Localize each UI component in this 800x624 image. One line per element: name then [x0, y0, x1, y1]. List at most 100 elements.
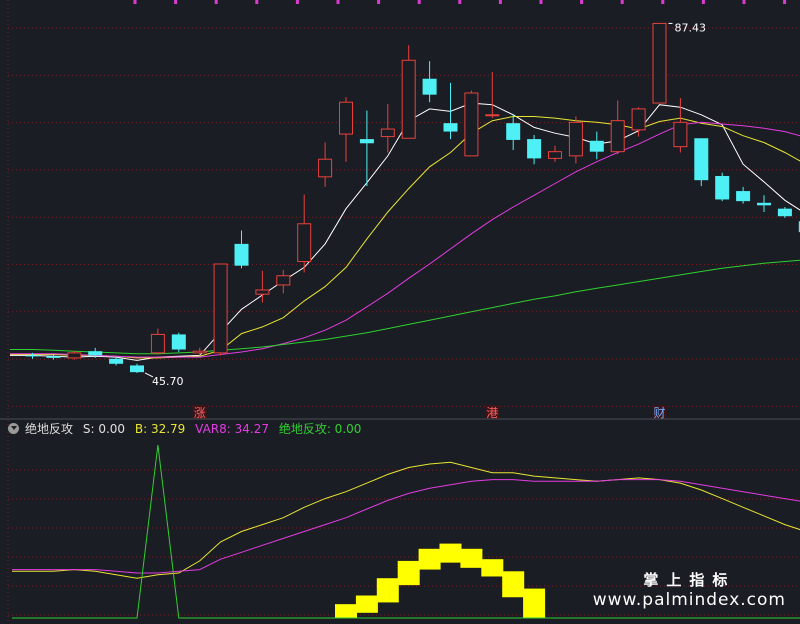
candle-body: [401, 59, 416, 139]
collapse-icon[interactable]: [8, 423, 19, 434]
price-labels: 87.43 45.70: [144, 21, 707, 388]
candle: [192, 347, 207, 356]
candle-body: [777, 208, 792, 217]
candle: [401, 45, 416, 139]
event-markers: 涨港财: [192, 405, 667, 420]
candle-body: [631, 108, 646, 131]
candle-body: [130, 365, 144, 373]
indicator-bar: [355, 595, 378, 613]
candle-body: [548, 151, 562, 159]
candle: [213, 263, 228, 356]
marker-label: 港: [486, 406, 498, 420]
candle-body: [318, 158, 333, 178]
candle-body: [506, 123, 521, 140]
candle-body: [694, 138, 709, 181]
indicator-bar: [376, 578, 399, 603]
high-price-label: 87.43: [675, 21, 707, 34]
tick-mark: [255, 0, 259, 4]
marker-label: 涨: [194, 405, 206, 420]
candle-body: [359, 139, 374, 144]
indicator-bar: [460, 548, 483, 568]
tick-mark: [701, 0, 705, 4]
watermark-url: www.palmindex.com: [592, 590, 786, 610]
tick-mark: [742, 0, 746, 4]
candle-body: [255, 289, 270, 295]
line-ma60: [10, 257, 800, 355]
tick-mark: [458, 0, 462, 4]
tick-mark: [783, 0, 787, 4]
candle: [548, 145, 562, 162]
candle-body: [25, 355, 40, 357]
candle-body: [213, 263, 228, 354]
candle-body: [673, 121, 688, 148]
candle: [359, 110, 374, 187]
candle: [150, 328, 165, 355]
candle: [318, 142, 333, 187]
candle: [527, 134, 542, 165]
legend-juedi: 绝地反攻: 0.00: [278, 422, 362, 436]
candle-body: [757, 202, 771, 206]
tick-mark: [620, 0, 624, 4]
indicator-bar: [335, 604, 357, 618]
tick-mark: [580, 0, 584, 4]
tick-mark: [214, 0, 218, 4]
candle: [464, 90, 479, 157]
marker-label: 财: [653, 406, 665, 420]
candle: [67, 351, 82, 360]
indicator-bar: [397, 560, 420, 586]
candle-body: [610, 120, 625, 153]
candle: [380, 103, 395, 153]
indicator-bar: [523, 588, 546, 618]
candle-body: [109, 358, 124, 364]
candle-body: [736, 191, 751, 202]
indicator-bar: [418, 548, 441, 570]
chart-canvas: 87.43 45.70 涨 港 财: [0, 0, 800, 624]
candle: [297, 194, 312, 273]
candle: [589, 131, 604, 160]
candle-body: [297, 223, 312, 262]
candle: [506, 113, 521, 150]
candle-body: [527, 139, 542, 159]
candle-body: [485, 114, 500, 117]
indicator-bar: [481, 559, 504, 577]
low-price-label: 45.70: [152, 375, 184, 388]
candle-body: [171, 334, 186, 350]
tick-mark: [417, 0, 421, 4]
candle: [485, 72, 500, 119]
tick-mark: [174, 0, 178, 4]
candle-body: [568, 121, 583, 157]
candle-body: [234, 243, 249, 266]
candle: [777, 207, 792, 218]
tick-mark: [377, 0, 381, 4]
indicator-bars: [335, 543, 546, 618]
candle: [422, 61, 437, 103]
candle-body: [67, 352, 82, 359]
candle-body: [443, 123, 458, 132]
watermark-title: 掌上指标: [643, 571, 736, 589]
tick-mark: [133, 0, 137, 4]
candle-body: [464, 92, 479, 157]
candle-body: [150, 333, 165, 354]
candle: [339, 97, 353, 162]
indicator-bar: [439, 543, 462, 563]
candle-body: [589, 140, 604, 152]
candle: [652, 22, 667, 104]
candle: [234, 230, 249, 269]
candle: [171, 332, 186, 353]
candlesticks: [25, 22, 800, 373]
line-VAR8: [12, 479, 800, 574]
candle: [715, 172, 730, 202]
indicator-title: 绝地反攻: [25, 422, 74, 436]
candle-body: [192, 350, 207, 354]
tick-mark: [498, 0, 502, 4]
indicator-legend: 绝地反攻 S: 0.00 B: 32.79 VAR8: 34.27 绝地反攻: …: [0, 420, 800, 438]
legend-var8: VAR8: 34.27: [195, 422, 269, 436]
candle-body: [88, 351, 103, 356]
candle-body: [422, 78, 437, 95]
candle-body: [652, 22, 667, 104]
line-ma20: [10, 121, 800, 358]
indicator-bar: [502, 571, 525, 598]
candle: [736, 186, 751, 204]
candle: [568, 116, 583, 164]
tick-mark: [295, 0, 299, 4]
